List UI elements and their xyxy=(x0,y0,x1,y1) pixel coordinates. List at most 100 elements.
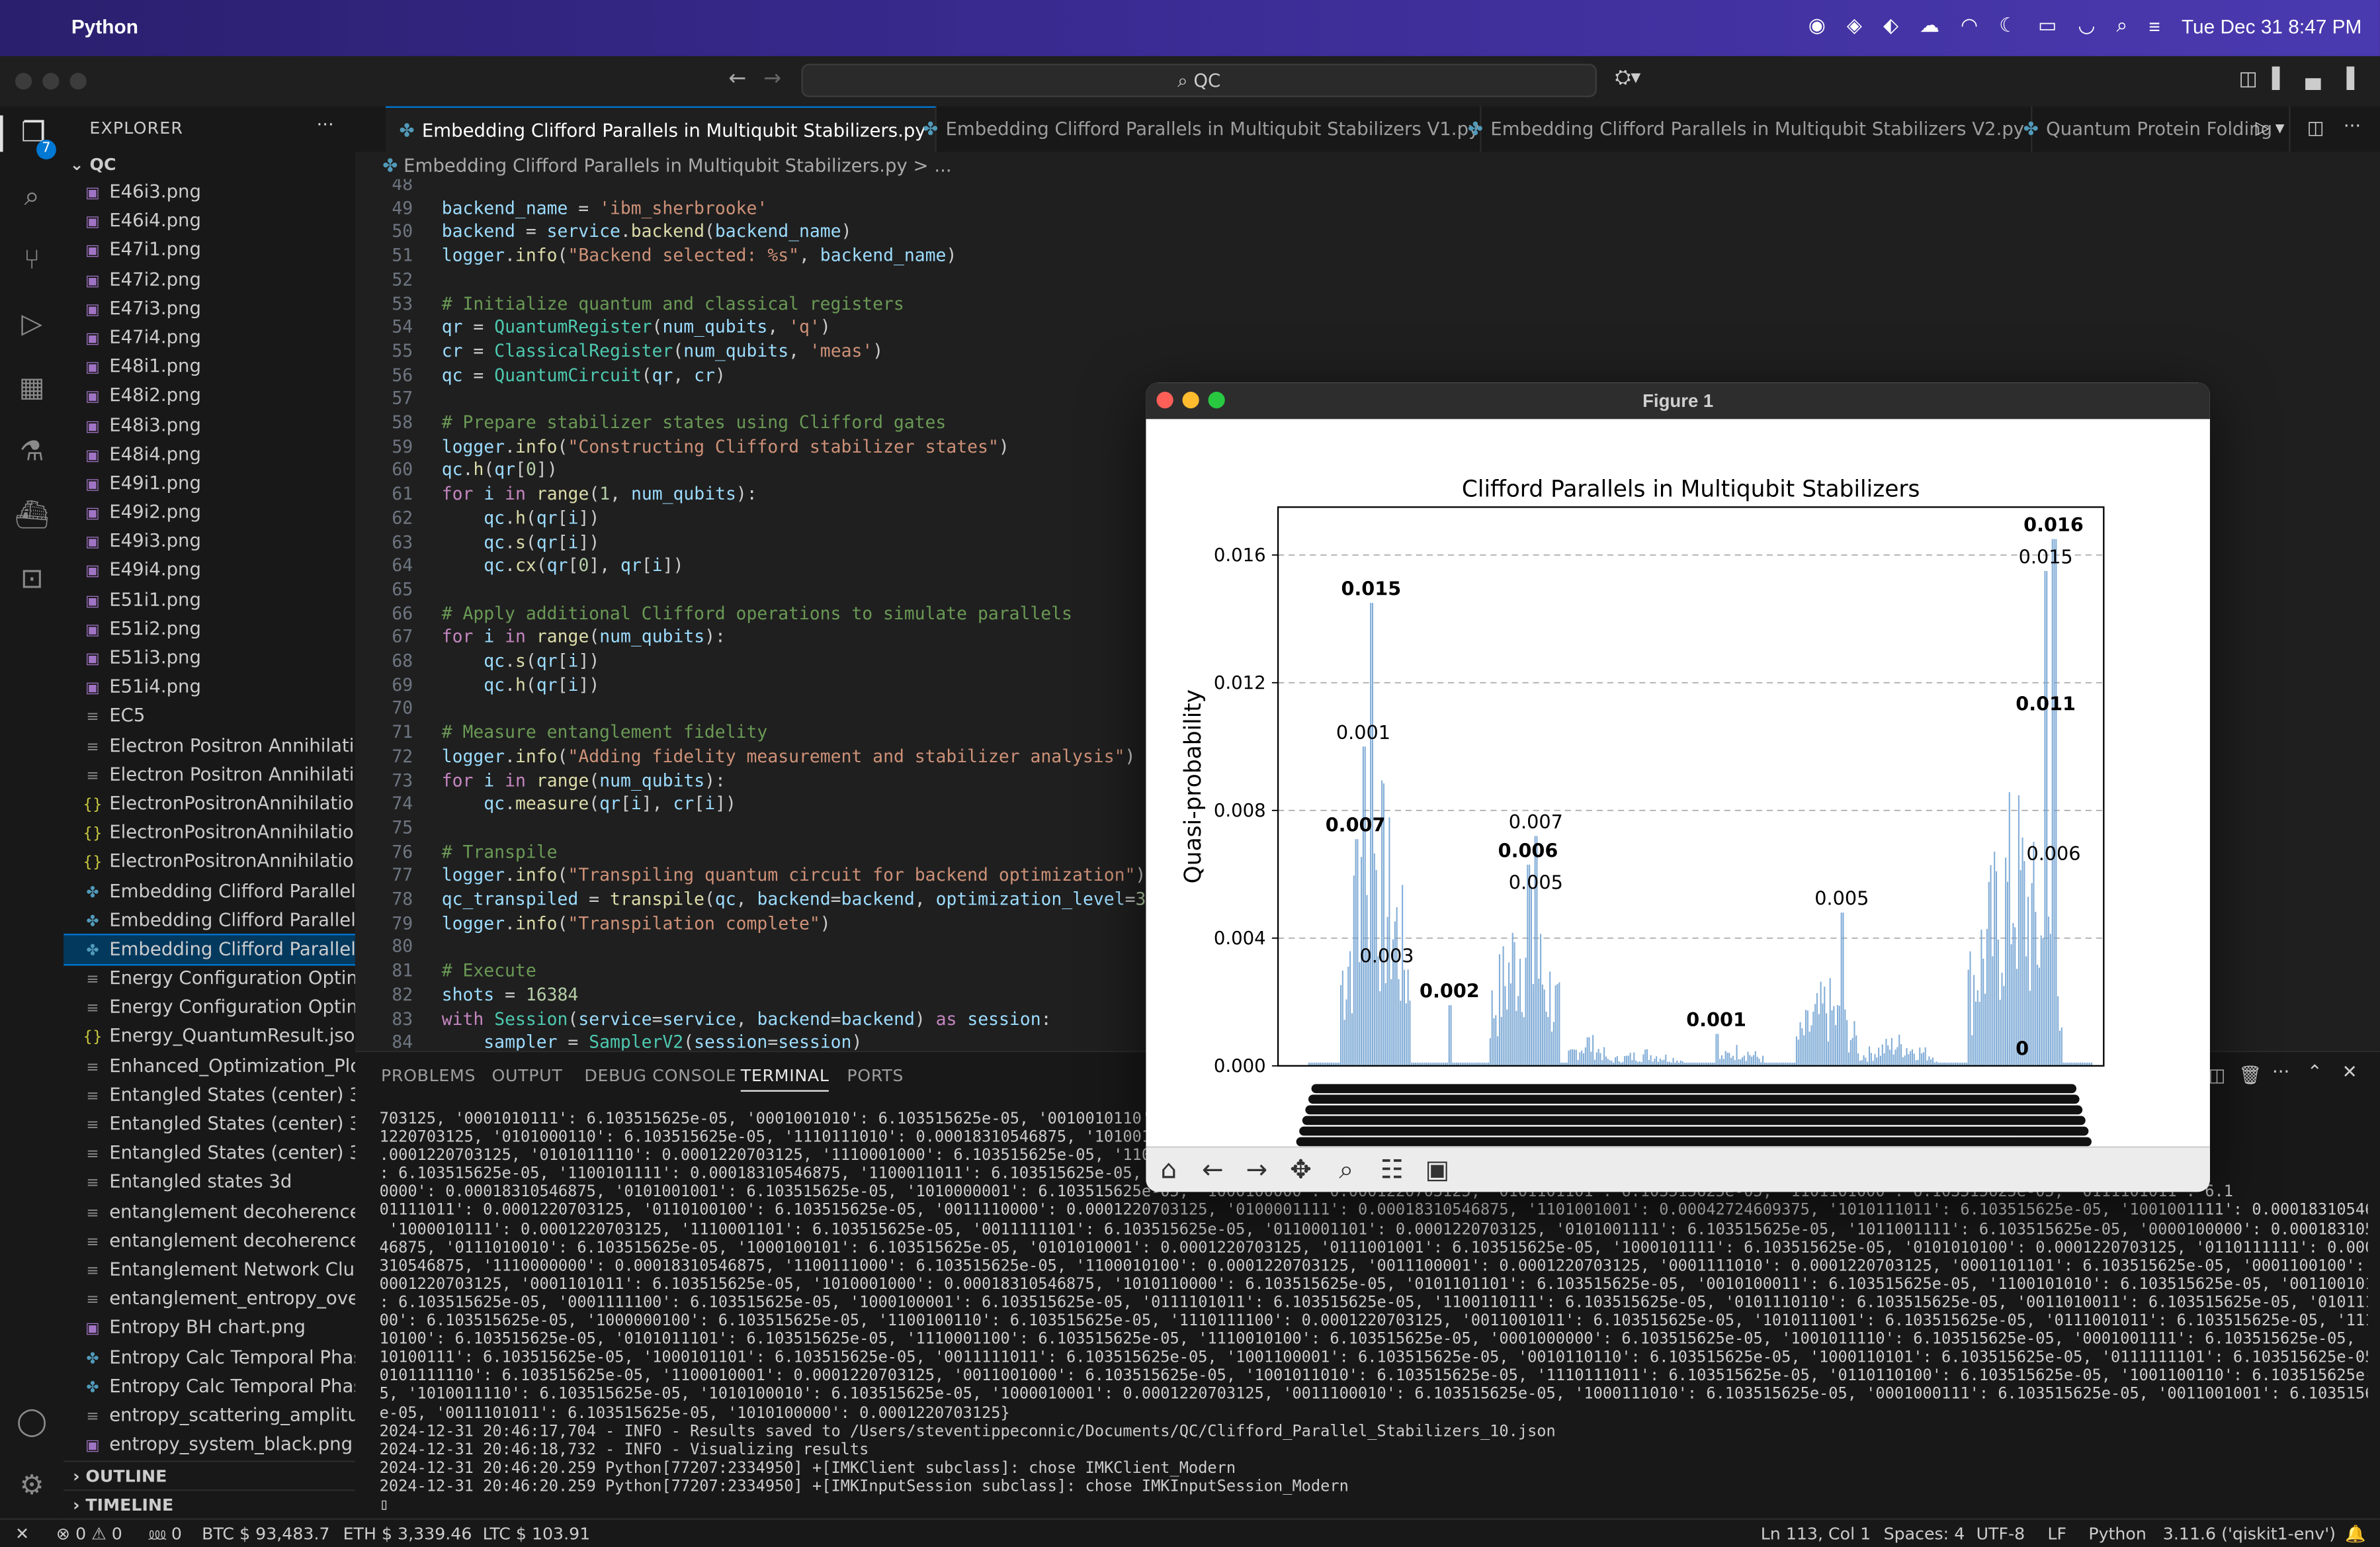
file-item[interactable]: ▣ E49i4.png xyxy=(64,556,355,586)
file-item[interactable]: {} ElectronPositronAnnihilation... xyxy=(64,789,355,818)
kill-terminal-trash-icon[interactable]: 🗑 xyxy=(2239,1065,2262,1086)
file-item[interactable]: ✤ Embedding Clifford Parallels... xyxy=(64,933,355,966)
more-actions-icon[interactable]: ··· xyxy=(2344,115,2361,136)
code-line[interactable]: logger.info("Backend selected: %s", back… xyxy=(442,245,957,266)
file-item[interactable]: ▣ E51i3.png xyxy=(64,644,355,673)
timeline-section[interactable]: › TIMELINE xyxy=(64,1489,355,1520)
code-line[interactable]: qc.measure(qr[i], cr[i]) xyxy=(442,793,736,814)
file-item[interactable]: ▣ E47i1.png xyxy=(64,236,355,265)
ports-count[interactable]: ⅏ 0 xyxy=(149,1520,182,1547)
outline-section[interactable]: › OUTLINE xyxy=(64,1460,355,1491)
panel-tab-terminal[interactable]: TERMINAL xyxy=(740,1066,829,1092)
code-line[interactable]: qc.cx(qr[0], qr[i]) xyxy=(442,554,683,576)
testing-flask-icon[interactable]: ⚗ xyxy=(14,434,50,470)
home-icon[interactable]: ⌂ xyxy=(1152,1154,1185,1187)
file-item[interactable]: ✤ Entropy Calc Temporal Phas... xyxy=(64,1343,355,1372)
file-item[interactable]: ▣ E48i2.png xyxy=(64,382,355,411)
code-line[interactable]: shots = 16384 xyxy=(442,983,579,1004)
cloud-icon[interactable]: ☁ xyxy=(1920,14,1939,38)
file-item[interactable]: ≡ Entangled States (center) 3d... xyxy=(64,1110,355,1139)
record-icon[interactable]: ◈ xyxy=(1847,14,1862,38)
end-of-line[interactable]: LF xyxy=(2047,1520,2066,1547)
language-mode[interactable]: Python xyxy=(2088,1520,2146,1547)
remote-explorer-icon[interactable]: ⊡ xyxy=(14,562,50,598)
code-line[interactable]: with Session(service=service, backend=ba… xyxy=(442,1007,1052,1028)
pan-move-icon[interactable]: ✥ xyxy=(1284,1154,1317,1187)
code-line[interactable]: # Apply additional Clifford operations t… xyxy=(442,602,1072,623)
file-item[interactable]: ✤ Embedding Clifford Parallels... xyxy=(64,906,355,935)
code-line[interactable]: backend = service.backend(backend_name) xyxy=(442,221,852,242)
configure-subplots-icon[interactable]: ☷ xyxy=(1375,1154,1408,1187)
minimize-window-button[interactable] xyxy=(1182,392,1199,409)
file-item[interactable]: ▣ E48i3.png xyxy=(64,411,355,440)
file-item[interactable]: ▣ E47i4.png xyxy=(64,324,355,353)
file-item[interactable]: ≡ entanglement decoherence ... xyxy=(64,1226,355,1255)
indentation[interactable]: Spaces: 4 xyxy=(1884,1520,1965,1547)
minimize-window-button[interactable] xyxy=(42,73,60,90)
copilot-icon[interactable]: ⛭▾ xyxy=(1615,67,1640,89)
split-terminal-icon[interactable]: ◫ xyxy=(2209,1065,2226,1086)
wifi-icon[interactable]: ◡ xyxy=(2078,14,2095,38)
panel-tab-debug-console[interactable]: DEBUG CONSOLE xyxy=(584,1066,736,1086)
code-line[interactable]: cr = ClassicalRegister(num_qubits, 'meas… xyxy=(442,340,883,361)
code-line[interactable]: backend_name = 'ibm_sherbrooke' xyxy=(442,197,768,218)
code-line[interactable]: logger.info("Adding fidelity measurement… xyxy=(442,745,1136,766)
split-editor-icon[interactable]: ◫ xyxy=(2307,117,2324,138)
tab-embedding-clifford-v2[interactable]: ✤ Embedding Clifford Parallels in Multiqu… xyxy=(1454,106,2033,152)
file-item[interactable]: ≡ Entangled states 3d xyxy=(64,1168,355,1197)
file-item[interactable]: ✤ Entropy Calc Temporal Phas... xyxy=(64,1372,355,1401)
file-item[interactable]: ▣ E49i3.png xyxy=(64,527,355,556)
panel-tab-output[interactable]: OUTPUT xyxy=(491,1066,562,1086)
file-item[interactable]: ▣ E51i1.png xyxy=(64,586,355,615)
file-item[interactable]: ≡ Electron Positron Annihilatio... xyxy=(64,731,355,760)
airdrop-icon[interactable]: ◠ xyxy=(1961,14,1978,38)
nav-forward-icon[interactable]: → xyxy=(763,67,781,91)
file-item[interactable]: ▣ E48i1.png xyxy=(64,353,355,382)
breadcrumb-path[interactable]: Embedding Clifford Parallels in Multiqub… xyxy=(404,155,952,176)
command-center-search[interactable]: ⌕ QC xyxy=(801,64,1597,97)
code-line[interactable]: sampler = SamplerV2(session=session) xyxy=(442,1031,862,1050)
cursor-position[interactable]: Ln 113, Col 1 xyxy=(1761,1520,1871,1547)
vpn-icon[interactable]: ⬖ xyxy=(1883,14,1898,38)
spotlight-search-icon[interactable]: ⌕ xyxy=(2117,14,2128,38)
code-line[interactable]: for i in range(1, num_qubits): xyxy=(442,483,757,504)
explorer-more-button[interactable]: ··· xyxy=(317,114,334,135)
toggle-sidebar-icon[interactable]: ▌ xyxy=(2272,68,2287,91)
code-line[interactable]: logger.info("Constructing Clifford stabi… xyxy=(442,435,1009,457)
file-item[interactable]: ≡ EC5 xyxy=(64,702,355,731)
breadcrumb[interactable]: ✤ Embedding Clifford Parallels in Multiq… xyxy=(355,152,2380,179)
file-item[interactable]: ▣ Entropy BH chart.png xyxy=(64,1314,355,1343)
file-item[interactable]: ≡ Entangled States (center) 3d... xyxy=(64,1139,355,1168)
panel-tab-problems[interactable]: PROBLEMS xyxy=(381,1066,476,1086)
docker-icon[interactable]: ⛴ xyxy=(14,498,50,535)
save-disk-icon[interactable]: ▣ xyxy=(1421,1154,1454,1187)
app-menu-name[interactable]: Python xyxy=(71,15,138,38)
toggle-secondary-sidebar-icon[interactable]: ▐ xyxy=(2339,68,2354,91)
tab-embedding-clifford-v1[interactable]: ✤ Embedding Clifford Parallels in Multiqu… xyxy=(909,106,1482,152)
workspace-root[interactable]: ⌄ QC xyxy=(70,155,116,175)
focus-moon-icon[interactable]: ☾ xyxy=(1999,14,2017,38)
panel-tab-ports[interactable]: PORTS xyxy=(847,1066,904,1086)
code-line[interactable]: logger.info("Transpilation complete") xyxy=(442,912,831,933)
search-icon[interactable]: ⌕ xyxy=(14,179,50,216)
file-item[interactable]: ≡ entanglement decoherence xyxy=(64,1197,355,1226)
menubar-datetime[interactable]: Tue Dec 31 8:47 PM xyxy=(2182,15,2361,37)
code-line[interactable]: qc.h(qr[i]) xyxy=(442,674,599,695)
file-item[interactable]: ≡ Energy Configuration Optimi... xyxy=(64,964,355,993)
manage-gear-icon[interactable]: ⚙ xyxy=(14,1468,50,1505)
zoom-window-button[interactable] xyxy=(69,73,87,90)
zoom-window-button[interactable] xyxy=(1208,392,1225,409)
code-line[interactable]: qc.h(qr[i]) xyxy=(442,507,599,528)
close-panel-icon[interactable]: ✕ xyxy=(2342,1061,2358,1083)
run-debug-icon[interactable]: ▷ xyxy=(14,307,50,343)
file-item[interactable]: ✤ Embedding Clifford Parallels... xyxy=(64,877,355,906)
file-item[interactable]: ▣ E46i4.png xyxy=(64,206,355,236)
tab-quantum-protein-folding[interactable]: ✤ Quantum Protein Folding xyxy=(2010,106,2291,152)
file-item[interactable]: ≡ Enhanced_Optimization_Plo... xyxy=(64,1051,355,1081)
code-line[interactable]: qc = QuantumCircuit(qr, cr) xyxy=(442,364,726,385)
encoding[interactable]: UTF-8 xyxy=(1976,1520,2025,1547)
file-item[interactable]: ≡ entanglement_entropy_over... xyxy=(64,1285,355,1314)
account-icon[interactable]: ◯ xyxy=(14,1405,50,1441)
file-item[interactable]: ≡ entropy_scattering_amplitud... xyxy=(64,1401,355,1431)
customize-layout-icon[interactable]: ◫ xyxy=(2239,68,2258,91)
